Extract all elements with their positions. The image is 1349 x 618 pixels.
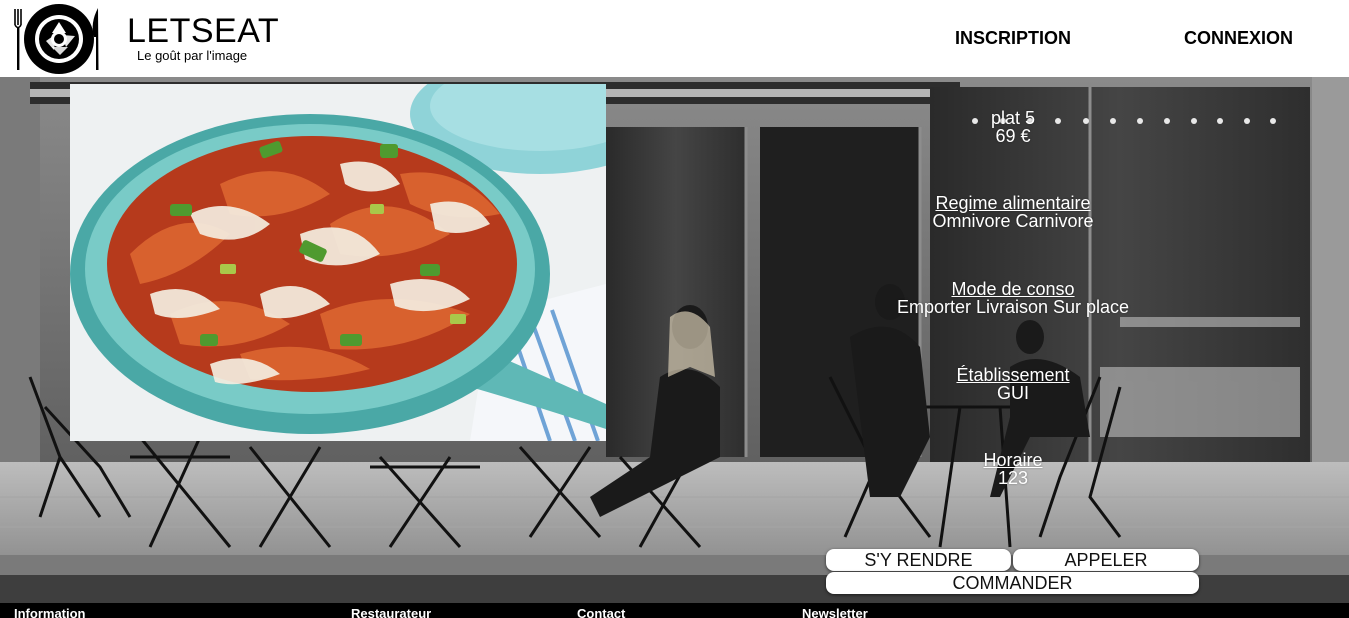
dish-price: 69 €: [995, 126, 1031, 146]
footer-contact[interactable]: Contact: [577, 606, 625, 618]
mode-title: Mode de conso: [951, 279, 1075, 299]
horaire-value: 123: [997, 468, 1029, 488]
horaire-block: Horaire 123: [880, 451, 1146, 487]
dish-name: plat 5: [990, 108, 1036, 128]
nav-inscription-link[interactable]: INSCRIPTION: [955, 28, 1071, 48]
mode-value: Emporter Livraison Sur place: [896, 297, 1130, 317]
footer-restaurateur[interactable]: Restaurateur: [351, 606, 431, 618]
regime-block: Regime alimentaire Omnivore Carnivore: [880, 194, 1146, 230]
etablissement-title: Établissement: [956, 365, 1070, 385]
footer-newsletter[interactable]: Newsletter: [802, 606, 868, 618]
brand-name: LETSEAT: [127, 12, 280, 50]
site-header: LETSEAT Le goût par l'image INSCRIPTION …: [0, 0, 1349, 77]
horaire-title: Horaire: [983, 450, 1043, 470]
nav-connexion-link[interactable]: CONNEXION: [1184, 28, 1293, 48]
mode-block: Mode de conso Emporter Livraison Sur pla…: [880, 280, 1146, 316]
site-footer: Information Restaurateur Contact Newslet…: [0, 603, 1349, 618]
footer-information[interactable]: Information: [14, 606, 86, 618]
regime-title: Regime alimentaire: [935, 193, 1091, 213]
hero-section: plat 5 69 € Regime alimentaire Omnivore …: [0, 77, 1349, 603]
etablissement-block: Établissement GUI: [880, 366, 1146, 402]
sy-rendre-button[interactable]: S'Y RENDRE: [826, 549, 1011, 571]
etablissement-value: GUI: [996, 383, 1029, 403]
brand-tagline: Le goût par l'image: [137, 48, 248, 63]
commander-button[interactable]: COMMANDER: [826, 572, 1199, 594]
plate-fork-knife-icon[interactable]: [12, 3, 102, 75]
dish-summary: plat 5 69 €: [880, 109, 1146, 145]
regime-value: Omnivore Carnivore: [932, 211, 1094, 231]
dish-photo: [70, 84, 606, 441]
appeler-button[interactable]: APPELER: [1013, 549, 1199, 571]
